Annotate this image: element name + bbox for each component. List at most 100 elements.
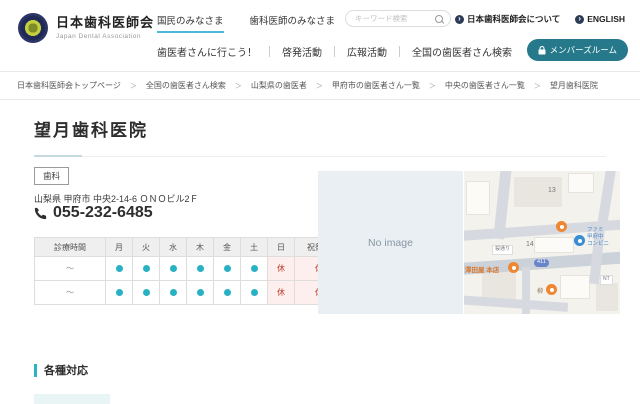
map-convenience-label: ファミ 甲府中 コンビニ [587,227,609,248]
phone-icon [34,207,47,220]
map-building [596,283,618,311]
hours-row: ～ 休 休 [35,281,344,305]
section-accent-bar [34,364,37,377]
hours-header: 金 [214,238,241,257]
open-dot-icon [116,265,123,272]
map-convenience-pin[interactable] [574,235,585,246]
hours-open-cell [241,281,268,305]
map-building [568,173,594,193]
hours-row: ～ 休 休 [35,257,344,281]
map-poi-label: 柳 [537,286,543,295]
nav-go-dentist[interactable]: 歯医者さんに行こう！ [157,44,257,59]
hours-open-cell [133,281,160,305]
map-poi-pin[interactable] [508,262,519,273]
category-badge: 歯科 [34,167,69,185]
hours-header: 日 [268,238,295,257]
support-tag-partial [34,394,110,404]
clinic-photo-placeholder: No image [318,171,463,314]
hours-time-cell: ～ [35,257,106,281]
primary-nav: 国民のみなさま 歯科医師のみなさま [157,13,335,33]
open-dot-icon [251,265,258,272]
breadcrumb-current: 望月歯科医院 [550,80,598,91]
nav-divider [399,46,400,57]
nav-awareness[interactable]: 啓発活動 [282,44,322,59]
map-road [598,171,616,222]
page-title: 望月歯科医院 [34,116,148,141]
map-convenience-line: ファミ [587,227,609,234]
logo-text: 日本歯科医師会 Japan Dental Association [56,16,154,39]
about-link[interactable]: 日本歯科医師会について [455,13,560,25]
hours-closed-cell: 休 [268,257,295,281]
location-map[interactable]: 13 14 桜通り 411 澤田屋 本店 柳 ファミ 甲府中 コンビニ NT [464,171,620,314]
keyword-search[interactable] [345,10,451,27]
nav-citizens[interactable]: 国民のみなさま [157,13,224,33]
hours-header: 月 [106,238,133,257]
search-icon[interactable] [435,15,443,23]
no-image-label: No image [368,237,413,249]
open-dot-icon [143,289,150,296]
support-section-header: 各種対応 [34,362,88,378]
hours-open-cell [106,281,133,305]
map-street-label: 桜通り [492,245,513,255]
about-link-label: 日本歯科医師会について [467,13,560,25]
site-logo[interactable]: 日本歯科医師会 Japan Dental Association [18,13,154,43]
open-dot-icon [143,265,150,272]
breadcrumb-separator: ＞ [316,81,323,91]
hours-header: 火 [133,238,160,257]
nav-dentists[interactable]: 歯科医師のみなさま [250,13,336,33]
search-input[interactable] [353,13,435,24]
globe-icon [575,15,584,24]
logo-subtitle: Japan Dental Association [56,33,154,40]
open-dot-icon [170,289,177,296]
breadcrumb-separator: ＞ [429,81,436,91]
clinic-phone[interactable]: 055-232-6485 [34,204,153,222]
map-building [466,181,490,215]
map-building [534,237,574,253]
hours-header: 木 [187,238,214,257]
hours-header-row: 診療時間 月 火 水 木 金 土 日 祝祭日 [35,238,344,257]
hours-open-cell [160,281,187,305]
open-dot-icon [116,289,123,296]
hours-time-cell: ～ [35,281,106,305]
breadcrumb-prefecture[interactable]: 山梨県の歯医者 [251,80,307,91]
english-link[interactable]: ENGLISH [575,13,625,25]
nav-divider [334,46,335,57]
phone-number: 055-232-6485 [53,204,153,222]
breadcrumb-search[interactable]: 全国の歯医者さん検索 [146,80,226,91]
nav-pr[interactable]: 広報活動 [347,44,387,59]
breadcrumb-city[interactable]: 甲府市の歯医者さん一覧 [332,80,420,91]
title-divider [34,156,606,157]
hours-open-cell [160,257,187,281]
hours-header: 水 [160,238,187,257]
open-dot-icon [224,289,231,296]
map-convenience-line: コンビニ [587,241,609,248]
map-building [560,275,590,299]
title-accent-bar [34,155,82,157]
hours-header: 診療時間 [35,238,106,257]
map-convenience-line: 甲府中 [587,234,609,241]
breadcrumb-separator: ＞ [235,81,242,91]
members-room-button[interactable]: メンバーズルーム [527,39,628,61]
map-block-label: 14 [526,241,534,248]
utility-links: 日本歯科医師会について ENGLISH [455,13,625,25]
map-route-shield[interactable]: 411 [534,259,549,267]
nav-divider [269,46,270,57]
map-poi-pin[interactable] [556,221,567,232]
nav-search-dentists[interactable]: 全国の歯医者さん検索 [412,44,512,59]
map-poi-pin[interactable] [546,284,557,295]
map-store-label[interactable]: 澤田屋 本店 [465,264,499,274]
breadcrumb-separator: ＞ [130,81,137,91]
breadcrumb-separator: ＞ [534,81,541,91]
open-dot-icon [197,289,204,296]
open-dot-icon [197,265,204,272]
hours-header: 土 [241,238,268,257]
open-dot-icon [170,265,177,272]
hours-open-cell [241,257,268,281]
hours-open-cell [133,257,160,281]
map-building [482,271,516,299]
jda-emblem-icon [18,13,48,43]
circle-arrow-icon [455,15,464,24]
hours-open-cell [106,257,133,281]
breadcrumb-home[interactable]: 日本歯科医師会トップページ [17,80,121,91]
breadcrumb-district[interactable]: 中央の歯医者さん一覧 [445,80,525,91]
